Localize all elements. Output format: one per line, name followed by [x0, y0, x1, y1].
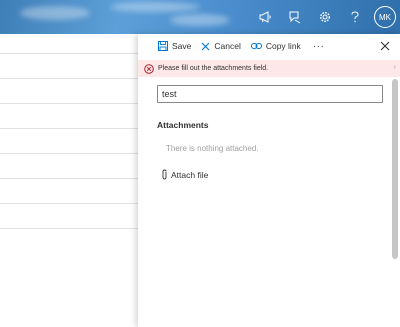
save-button[interactable]: Save	[158, 41, 191, 51]
attach-file-button[interactable]: Attach file	[161, 169, 208, 180]
list-row	[0, 153, 138, 179]
paperclip-icon	[162, 169, 167, 180]
scrollbar[interactable]	[392, 79, 398, 259]
copy-link-label: Copy link	[265, 41, 301, 51]
list-row	[0, 128, 138, 154]
list-row	[0, 178, 138, 204]
command-bar: Save Cancel Copy link ···	[138, 34, 400, 58]
link-icon	[250, 43, 262, 49]
attachments-empty-text: There is nothing attached.	[166, 144, 259, 153]
help-icon[interactable]	[340, 0, 370, 34]
more-options-button[interactable]: ···	[313, 41, 325, 52]
copy-link-button[interactable]: Copy link	[250, 41, 301, 51]
megaphone-icon[interactable]	[250, 0, 280, 34]
error-icon	[144, 63, 154, 74]
background-list	[0, 34, 138, 327]
cancel-label: Cancel	[214, 41, 241, 51]
feedback-icon[interactable]	[280, 0, 310, 34]
user-avatar[interactable]: MK	[374, 6, 396, 28]
save-label: Save	[172, 41, 192, 51]
close-icon[interactable]	[378, 39, 392, 53]
list-row	[0, 103, 138, 129]
cancel-button[interactable]: Cancel	[201, 41, 241, 51]
attach-file-label: Attach file	[171, 169, 209, 180]
list-row	[0, 203, 138, 229]
chevron-right-icon: ›	[393, 64, 396, 71]
title-input[interactable]	[157, 85, 383, 103]
edit-panel: Save Cancel Copy link ··· Please fill ou…	[138, 34, 400, 327]
gear-icon[interactable]	[310, 0, 340, 34]
list-row	[0, 78, 138, 104]
top-header-bar: MK	[0, 0, 400, 34]
list-row	[0, 34, 138, 54]
list-row	[0, 53, 138, 79]
error-message-text: Please fill out the attachments field.	[158, 65, 269, 72]
cancel-icon	[201, 42, 210, 50]
save-icon	[158, 41, 168, 51]
error-message-bar: Please fill out the attachments field. ›	[138, 60, 400, 77]
attachments-label: Attachments	[157, 120, 209, 130]
